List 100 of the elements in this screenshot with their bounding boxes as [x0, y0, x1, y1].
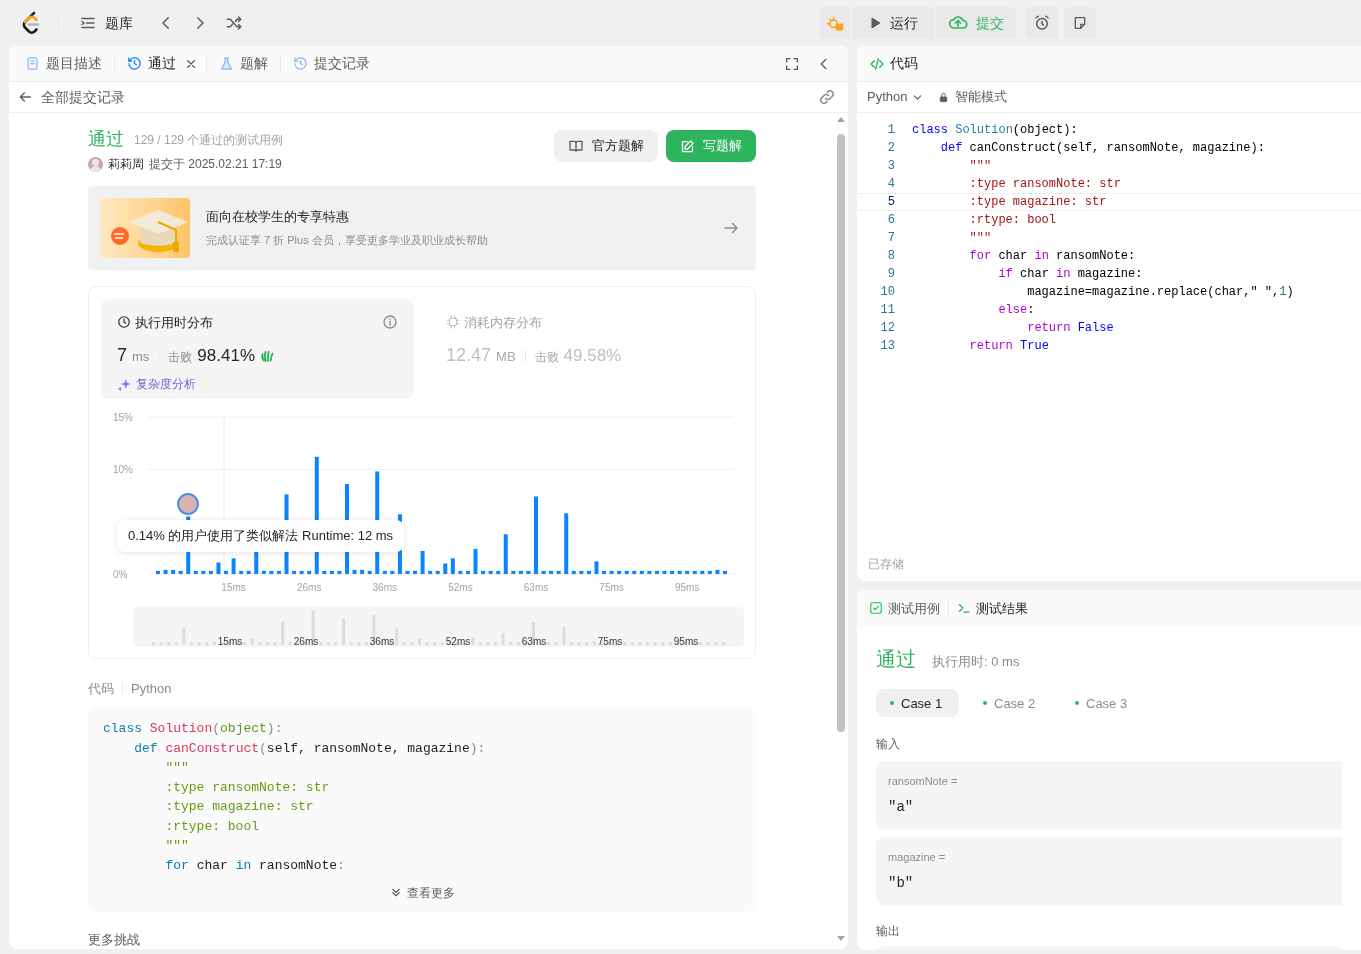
shuffle-icon[interactable] — [225, 14, 243, 32]
axis-tick-label: 0% — [113, 568, 128, 580]
histogram-bar[interactable] — [624, 570, 629, 574]
histogram-bar[interactable] — [586, 570, 591, 574]
info-icon[interactable] — [382, 314, 398, 331]
histogram-bar[interactable] — [654, 570, 659, 574]
histogram-bar[interactable] — [609, 570, 614, 574]
histogram-bar[interactable] — [382, 570, 387, 574]
histogram-bar[interactable] — [390, 570, 395, 574]
histogram-bar[interactable] — [481, 570, 486, 574]
histogram-bar[interactable] — [662, 570, 667, 574]
histogram-bar[interactable] — [254, 550, 259, 574]
histogram-bar[interactable] — [496, 570, 501, 574]
histogram-bar[interactable] — [246, 570, 251, 574]
histogram-bar[interactable] — [428, 570, 433, 574]
histogram-bar[interactable] — [193, 570, 198, 574]
panel-tab[interactable]: 通过 — [123, 49, 180, 78]
histogram-bar[interactable] — [723, 570, 727, 574]
histogram-bar[interactable] — [541, 570, 546, 574]
histogram-bar[interactable] — [413, 570, 418, 574]
histogram-bar[interactable] — [647, 570, 652, 574]
case-tab[interactable]: Case 3 — [1061, 689, 1143, 718]
case-tab[interactable]: Case 2 — [969, 689, 1051, 718]
scroll-down-arrow[interactable] — [837, 936, 845, 941]
histogram-bar[interactable] — [156, 570, 160, 574]
stats-panel[interactable]: 执行用时分布 7 ms 击败 98.41% 复杂度分析 — [101, 298, 414, 399]
scrollbar-thumb[interactable] — [837, 134, 845, 732]
complexity-link[interactable]: 复杂度分析 — [117, 375, 398, 394]
case-tab[interactable]: Case 1 — [876, 689, 959, 718]
histogram-bar[interactable] — [292, 570, 297, 574]
histogram-bar[interactable] — [276, 570, 281, 574]
code-line: if char in magazine: — [997, 266, 1143, 283]
histogram-bar[interactable] — [602, 570, 607, 574]
runtime-text: 执行用时: 0 ms — [932, 653, 1020, 672]
promo-banner[interactable]: 面向在校学生的专享特惠 完成认证享 7 折 Plus 会员，享受更多学业及职业成长帮助 — [88, 186, 756, 270]
histogram-bar[interactable] — [518, 570, 523, 574]
histogram-bar[interactable] — [261, 570, 266, 574]
official-solution-button[interactable]: 官方题解 — [554, 130, 658, 162]
histogram-bar[interactable] — [670, 570, 675, 574]
alarm-button[interactable] — [1026, 7, 1058, 39]
histogram-bar[interactable] — [677, 570, 682, 574]
line-number: 11 — [879, 302, 895, 319]
histogram-bar[interactable] — [178, 570, 183, 574]
histogram-bar[interactable] — [571, 570, 576, 574]
user-name: 莉莉周 — [108, 156, 144, 173]
histogram-bar[interactable] — [639, 570, 644, 574]
histogram-bar[interactable] — [579, 570, 584, 574]
back-link[interactable]: 全部提交记录 — [17, 86, 125, 108]
link-icon[interactable] — [818, 88, 836, 106]
histogram-bar[interactable] — [556, 570, 561, 574]
histogram-bar[interactable] — [224, 570, 229, 574]
panel-tab[interactable]: 题目描述 — [21, 49, 106, 78]
histogram-bar[interactable] — [420, 550, 425, 574]
panel-tab[interactable]: 测试用例 — [869, 598, 940, 619]
language-dropdown[interactable]: Python — [867, 87, 925, 107]
histogram-bar[interactable] — [163, 569, 168, 574]
alarm-clock-icon — [1033, 14, 1051, 32]
histogram-bar[interactable] — [405, 570, 410, 574]
show-more-button[interactable]: 查看更多 — [389, 883, 455, 902]
histogram-bar[interactable] — [511, 570, 516, 574]
histogram-bar[interactable] — [435, 570, 440, 574]
range-overview[interactable] — [133, 606, 744, 647]
histogram-bar[interactable] — [322, 570, 327, 574]
histogram-bar[interactable] — [503, 533, 508, 574]
histogram-bar[interactable] — [685, 570, 690, 574]
histogram-bar[interactable] — [299, 570, 304, 574]
line-number: 2 — [886, 140, 895, 157]
histogram-bar[interactable] — [360, 569, 365, 574]
histogram-bar[interactable] — [488, 570, 493, 574]
note-button[interactable] — [1064, 7, 1096, 39]
histogram-bar[interactable] — [692, 570, 697, 574]
histogram-bar[interactable] — [171, 569, 176, 574]
smart-mode-button[interactable]: 智能模式 — [938, 87, 1008, 107]
histogram-bar[interactable] — [473, 548, 478, 574]
histogram-bar[interactable] — [201, 570, 206, 574]
histogram-bar[interactable] — [239, 570, 244, 574]
histogram-bar[interactable] — [632, 570, 637, 574]
histogram-bar[interactable] — [707, 570, 712, 574]
panel-tab[interactable]: 测试结果 — [957, 598, 1028, 619]
scroll-up-arrow[interactable] — [837, 117, 845, 122]
histogram-bar[interactable] — [465, 570, 470, 574]
histogram-bar[interactable] — [367, 570, 372, 574]
histogram-bar[interactable] — [458, 570, 463, 574]
histogram-bar[interactable] — [617, 570, 622, 574]
logo-icon[interactable] — [20, 11, 42, 35]
histogram-bar[interactable] — [329, 570, 334, 574]
histogram-bar[interactable] — [337, 570, 342, 574]
histogram-bar[interactable] — [549, 570, 554, 574]
panel-tab[interactable]: 题解 — [215, 49, 272, 78]
histogram-bar[interactable] — [208, 570, 213, 574]
histogram-bar[interactable] — [715, 569, 720, 574]
histogram-bar[interactable] — [700, 570, 705, 574]
histogram-bar[interactable] — [352, 569, 357, 574]
fullscreen-icon[interactable] — [784, 55, 800, 72]
run-button[interactable]: 运行 — [852, 7, 934, 39]
panel-tab[interactable]: 提交记录 — [289, 49, 374, 78]
histogram-bar[interactable] — [269, 570, 274, 574]
histogram-bar[interactable] — [307, 570, 312, 574]
histogram-bar[interactable] — [526, 570, 531, 574]
problem-list-button[interactable]: 题库 — [75, 7, 137, 39]
